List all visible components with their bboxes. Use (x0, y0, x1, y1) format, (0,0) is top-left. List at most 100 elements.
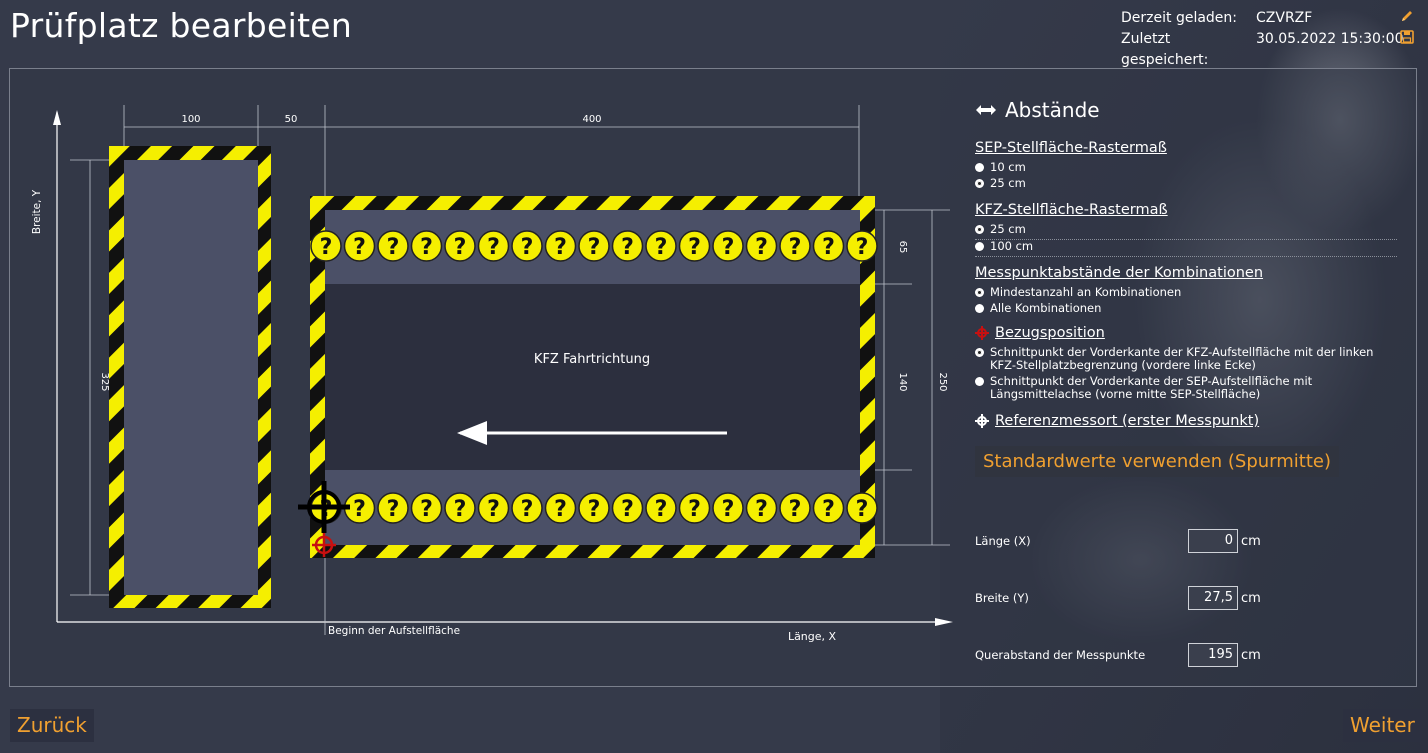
measure-point-glyph: ? (822, 497, 835, 522)
measure-point-icon[interactable]: ? (578, 230, 610, 262)
measure-point-icon[interactable]: ? (410, 492, 443, 524)
measure-point-icon[interactable]: ? (678, 230, 711, 262)
radio-selected-icon[interactable] (975, 225, 984, 234)
use-defaults-button[interactable]: Standardwerte verwenden (Spurmitte) (975, 446, 1340, 477)
sep-grid-option-10[interactable]: 10 cm (975, 161, 1400, 174)
radio-icon[interactable] (975, 377, 984, 386)
mess-heading: Messpunktabstände der Kombinationen (975, 265, 1264, 281)
radio-icon[interactable] (975, 163, 984, 172)
measure-point-icon[interactable]: ? (611, 230, 644, 262)
sep-grid-heading: SEP-Stellfläche-Rastermaß (975, 140, 1167, 156)
breite-unit: cm (1241, 590, 1261, 606)
crosshair-icon (975, 414, 989, 428)
measure-point-icon[interactable]: ? (444, 492, 476, 524)
measure-point-icon[interactable]: ? (846, 230, 878, 262)
laenge-input[interactable]: 0 (1188, 529, 1238, 553)
start-label: Beginn der Aufstellfläche (328, 625, 460, 637)
breite-input[interactable]: 27,5 (1188, 586, 1238, 610)
next-button[interactable]: Weiter (1343, 709, 1422, 742)
breite-label: Breite (Y) (975, 591, 1029, 605)
measure-point-icon[interactable]: ? (578, 492, 610, 524)
measure-point-icon[interactable]: ? (645, 492, 677, 524)
measure-point-icon[interactable]: ? (712, 230, 744, 262)
measure-point-glyph: ? (822, 235, 835, 260)
separator (975, 256, 1397, 257)
saved-label: Zuletzt gespeichert: (1121, 31, 1209, 68)
mess-option-all[interactable]: Alle Kombinationen (975, 302, 1400, 315)
measure-point-icon[interactable]: ? (544, 492, 577, 524)
bezug-option-kfz[interactable]: Schnittpunkt der Vorderkante der KFZ-Auf… (975, 346, 1400, 372)
red-crosshair-icon (975, 326, 989, 340)
dim-325-label: 325 (99, 372, 110, 391)
breite-row: Breite (Y) 27,5 cm (975, 586, 1275, 610)
measure-point-glyph: ? (588, 235, 601, 260)
measure-point-glyph: ? (688, 497, 701, 522)
radio-icon[interactable] (975, 242, 984, 251)
measure-point-icon[interactable]: ? (745, 230, 778, 262)
edit-pencil-icon[interactable] (1400, 9, 1414, 30)
distances-panel: Abstände SEP-Stellfläche-Rastermaß 10 cm… (975, 98, 1400, 477)
sep-grid-option-25[interactable]: 25 cm (975, 177, 1400, 190)
measure-point-icon[interactable]: ? (544, 230, 577, 262)
measure-point-icon[interactable]: ? (477, 230, 510, 262)
back-button[interactable]: Zurück (10, 709, 94, 742)
measure-point-glyph: ? (420, 497, 433, 522)
measure-point-glyph: ? (420, 235, 433, 260)
radio-selected-icon[interactable] (975, 179, 984, 188)
kfz-grid-option-100[interactable]: 100 cm (975, 240, 1400, 253)
radio-selected-icon[interactable] (975, 288, 984, 297)
measure-point-icon[interactable]: ? (511, 492, 543, 524)
radio-icon[interactable] (975, 304, 984, 313)
measure-point-icon[interactable]: ? (812, 492, 845, 524)
measure-point-icon[interactable]: ? (846, 492, 878, 524)
measure-point-glyph: ? (621, 497, 634, 522)
measure-point-glyph: ? (722, 497, 735, 522)
measure-point-glyph: ? (722, 235, 735, 260)
measure-point-glyph: ? (554, 497, 567, 522)
save-floppy-icon[interactable] (1400, 30, 1414, 51)
kfz-grid-option-25[interactable]: 25 cm (975, 223, 1400, 236)
bezug-heading: Bezugsposition (975, 325, 1400, 341)
measure-point-icon[interactable]: ? (511, 230, 543, 262)
quer-row: Querabstand der Messpunkte 195 cm (975, 643, 1275, 667)
measure-point-icon[interactable]: ? (812, 230, 845, 262)
measure-point-icon[interactable]: ? (410, 230, 443, 262)
measure-point-glyph: ? (588, 497, 601, 522)
quer-label: Querabstand der Messpunkte (975, 648, 1146, 662)
measure-point-glyph: ? (320, 235, 333, 260)
measure-point-glyph: ? (521, 235, 534, 260)
mess-option-min[interactable]: Mindestanzahl an Kombinationen (975, 286, 1400, 299)
measure-point-icon[interactable]: ? (310, 230, 342, 262)
measure-point-glyph: ? (621, 235, 634, 260)
measure-point-icon[interactable]: ? (745, 492, 778, 524)
measure-point-glyph: ? (387, 497, 400, 522)
measure-point-icon[interactable]: ? (779, 230, 811, 262)
direction-label: KFZ Fahrtrichtung (534, 352, 650, 367)
measure-point-glyph: ? (789, 497, 802, 522)
y-axis-arrow-icon (53, 110, 61, 125)
measure-point-icon[interactable]: ? (645, 230, 677, 262)
measure-point-glyph: ? (554, 235, 567, 260)
parking-layout-drawing: 100 50 400 325 Breite, Y 65 140 250 KFZ … (31, 105, 953, 643)
measure-point-icon[interactable]: ? (712, 492, 744, 524)
radio-selected-icon[interactable] (975, 348, 984, 357)
measure-point-icon[interactable]: ? (377, 230, 409, 262)
loaded-value: CZVRZF (1256, 10, 1313, 26)
measure-point-icon[interactable]: ? (678, 492, 711, 524)
status-block: Derzeit geladen: CZVRZF Zuletzt gespeiche… (1121, 8, 1404, 71)
measure-point-icon[interactable]: ? (477, 492, 510, 524)
laenge-row: Länge (X) 0 cm (975, 529, 1275, 553)
distances-title: Abstände (1005, 98, 1100, 122)
measure-point-icon[interactable]: ? (377, 492, 409, 524)
measure-point-icon[interactable]: ? (444, 230, 476, 262)
measure-point-icon[interactable]: ? (779, 492, 811, 524)
bezug-option-sep[interactable]: Schnittpunkt der Vorderkante der SEP-Auf… (975, 375, 1400, 401)
measure-point-icon[interactable]: ? (343, 230, 376, 262)
measure-point-glyph: ? (789, 235, 802, 260)
measure-point-glyph: ? (454, 497, 467, 522)
quer-unit: cm (1241, 647, 1261, 663)
measure-point-glyph: ? (487, 497, 500, 522)
measure-point-icon[interactable]: ? (611, 492, 644, 524)
quer-input[interactable]: 195 (1188, 643, 1238, 667)
axis-y-label: Breite, Y (31, 189, 43, 234)
